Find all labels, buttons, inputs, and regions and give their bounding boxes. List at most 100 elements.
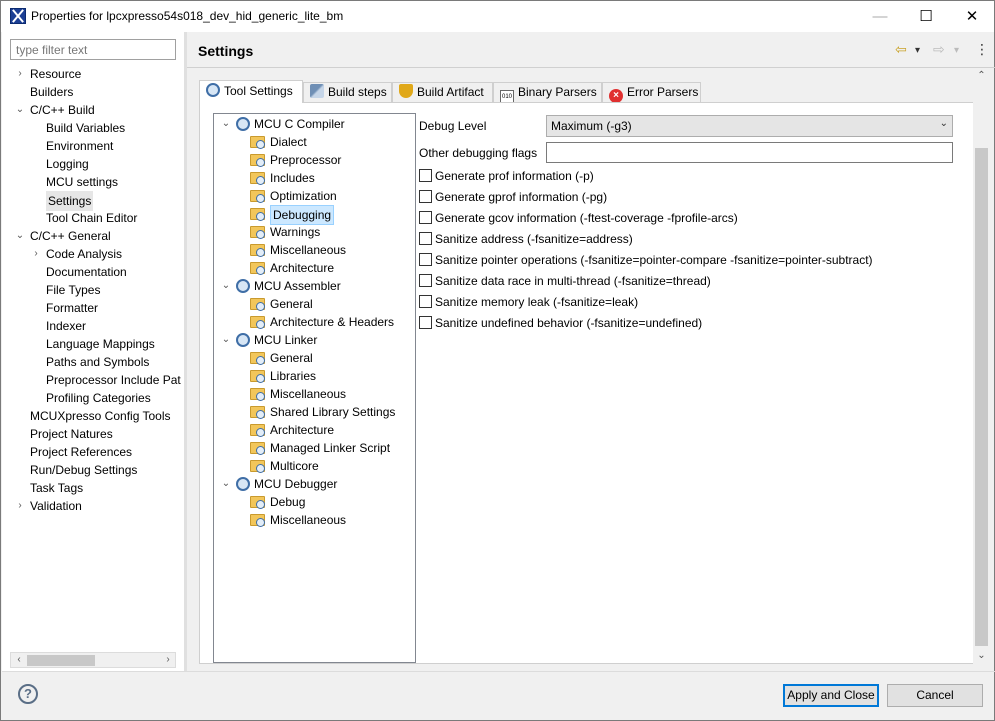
- tab-label: Tool Settings: [224, 84, 293, 98]
- nav-item-label: C/C++ General: [30, 229, 111, 243]
- settings-folder-icon: [250, 226, 265, 239]
- maximize-button[interactable]: ☐: [903, 1, 949, 32]
- nav-item-label: Project Natures: [30, 427, 113, 441]
- checkbox-label: Sanitize pointer operations (-fsanitize=…: [435, 253, 873, 267]
- nav-item-label: Builders: [30, 85, 74, 99]
- header-divider: [187, 67, 995, 68]
- panel-splitter[interactable]: [184, 32, 187, 671]
- tab-build-steps[interactable]: Build steps: [303, 82, 392, 103]
- option-checkbox[interactable]: Sanitize address (-fsanitize=address): [419, 231, 633, 247]
- tool-item-label: Multicore: [270, 459, 319, 473]
- debug-level-select[interactable]: Maximum (-g3) ⌄: [546, 115, 953, 137]
- checkbox-box[interactable]: [419, 232, 432, 245]
- tool-item-label: Architecture & Headers: [270, 315, 395, 329]
- back-arrow-icon[interactable]: ⇦: [895, 41, 907, 58]
- forward-arrow-icon[interactable]: ⇨: [933, 41, 945, 58]
- help-icon[interactable]: ?: [18, 684, 38, 704]
- chevron-down-icon[interactable]: ⌄: [14, 101, 26, 119]
- checkbox-label: Generate gcov information (-ftest-covera…: [435, 211, 738, 225]
- scroll-down-icon[interactable]: ⌄: [973, 648, 990, 664]
- checkbox-box[interactable]: [419, 190, 432, 203]
- scroll-up-icon[interactable]: ⌃: [973, 68, 990, 84]
- chevron-right-icon[interactable]: ›: [14, 497, 26, 515]
- scrollbar-thumb[interactable]: [27, 655, 95, 666]
- tool-item-label: Architecture: [270, 423, 335, 437]
- close-button[interactable]: ✕: [949, 1, 995, 32]
- checkbox-label: Generate gprof information (-pg): [435, 190, 608, 204]
- checkbox-box[interactable]: [419, 274, 432, 287]
- checkbox-box[interactable]: [419, 169, 432, 182]
- option-checkbox[interactable]: Sanitize memory leak (-fsanitize=leak): [419, 294, 638, 310]
- checkbox-box[interactable]: [419, 211, 432, 224]
- filter-input[interactable]: type filter text: [10, 39, 176, 60]
- tab-build-artifact[interactable]: Build Artifact: [392, 82, 493, 103]
- forward-menu-chevron-icon[interactable]: ▾: [954, 45, 959, 56]
- tab-error-parsers[interactable]: × Error Parsers: [602, 82, 701, 103]
- tab-tool-settings[interactable]: Tool Settings: [199, 80, 303, 103]
- settings-folder-icon: [250, 262, 265, 275]
- tab-label: Build Artifact: [417, 85, 484, 99]
- tool-item-label: Preprocessor: [270, 153, 342, 167]
- option-checkbox[interactable]: Sanitize undefined behavior (-fsanitize=…: [419, 315, 702, 331]
- settings-folder-icon: [250, 406, 265, 419]
- steps-icon: [310, 84, 324, 98]
- cancel-button[interactable]: Cancel: [887, 684, 983, 707]
- option-checkbox[interactable]: Generate gcov information (-ftest-covera…: [419, 210, 738, 226]
- settings-folder-icon: [250, 460, 265, 473]
- option-checkbox[interactable]: Generate prof information (-p): [419, 168, 594, 184]
- tool-item-label: Debug: [270, 495, 306, 509]
- settings-folder-icon: [250, 316, 265, 329]
- scrollbar-thumb[interactable]: [975, 148, 988, 646]
- settings-folder-icon: [250, 514, 265, 527]
- chevron-down-icon[interactable]: ⌄: [220, 475, 232, 493]
- other-flags-label: Other debugging flags: [419, 146, 538, 160]
- checkbox-box[interactable]: [419, 316, 432, 329]
- option-checkbox[interactable]: Generate gprof information (-pg): [419, 189, 607, 205]
- checkbox-box[interactable]: [419, 295, 432, 308]
- chevron-down-icon[interactable]: ⌄: [220, 331, 232, 349]
- window-title: Properties for lpcxpresso54s018_dev_hid_…: [31, 9, 344, 23]
- horizontal-scrollbar[interactable]: ‹ ›: [10, 652, 176, 668]
- settings-folder-icon: [250, 208, 265, 221]
- chevron-down-icon[interactable]: ⌄: [14, 227, 26, 245]
- settings-folder-icon: [250, 388, 265, 401]
- settings-folder-icon: [250, 352, 265, 365]
- chevron-down-icon[interactable]: ⌄: [220, 115, 232, 133]
- minimize-button[interactable]: —: [857, 1, 903, 32]
- footer-divider: [2, 671, 995, 672]
- nav-item-label: MCUXpresso Config Tools: [30, 409, 171, 423]
- view-menu-icon[interactable]: ⋮: [975, 41, 989, 58]
- nav-item-label: Formatter: [46, 301, 99, 315]
- tool-item-label: Miscellaneous: [270, 387, 347, 401]
- back-menu-chevron-icon[interactable]: ▾: [915, 45, 920, 56]
- debug-level-value: Maximum (-g3): [551, 119, 632, 133]
- tool-item-label: Miscellaneous: [270, 513, 347, 527]
- tool-settings-tree: ⌄ MCU C Compiler Dialect Preprocessor Includ…: [213, 113, 416, 663]
- settings-folder-icon: [250, 190, 265, 203]
- tool-item-label: Warnings: [270, 225, 321, 239]
- tool-gear-icon: [236, 477, 250, 491]
- scroll-right-icon[interactable]: ›: [161, 653, 175, 667]
- scroll-left-icon[interactable]: ‹: [12, 653, 26, 667]
- tool-item-label: MCU Assembler: [254, 279, 341, 293]
- tool-item-label: Optimization: [270, 189, 337, 203]
- page-title: Settings: [198, 43, 254, 59]
- tool-item-label: Architecture: [270, 261, 335, 275]
- option-checkbox[interactable]: Sanitize pointer operations (-fsanitize=…: [419, 252, 873, 268]
- vertical-scrollbar[interactable]: ⌃ ⌄: [973, 68, 990, 664]
- settings-folder-icon: [250, 136, 265, 149]
- other-flags-input[interactable]: [546, 142, 953, 163]
- chevron-down-icon[interactable]: ⌄: [220, 277, 232, 295]
- nav-item-label: C/C++ Build: [30, 103, 95, 117]
- apply-and-close-button[interactable]: Apply and Close: [783, 684, 879, 707]
- tool-item-label: Managed Linker Script: [270, 441, 391, 455]
- nav-item-label: Documentation: [46, 265, 127, 279]
- settings-folder-icon: [250, 496, 265, 509]
- chevron-right-icon[interactable]: ›: [14, 65, 26, 83]
- chevron-right-icon[interactable]: ›: [30, 245, 42, 263]
- tab-binary-parsers[interactable]: 010 Binary Parsers: [493, 82, 602, 104]
- checkbox-box[interactable]: [419, 253, 432, 266]
- properties-dialog: Properties for lpcxpresso54s018_dev_hid_…: [0, 0, 995, 721]
- left-panel: type filter text › Resource Builders ⌄ C/C++…: [2, 32, 184, 671]
- option-checkbox[interactable]: Sanitize data race in multi-thread (-fsa…: [419, 273, 711, 289]
